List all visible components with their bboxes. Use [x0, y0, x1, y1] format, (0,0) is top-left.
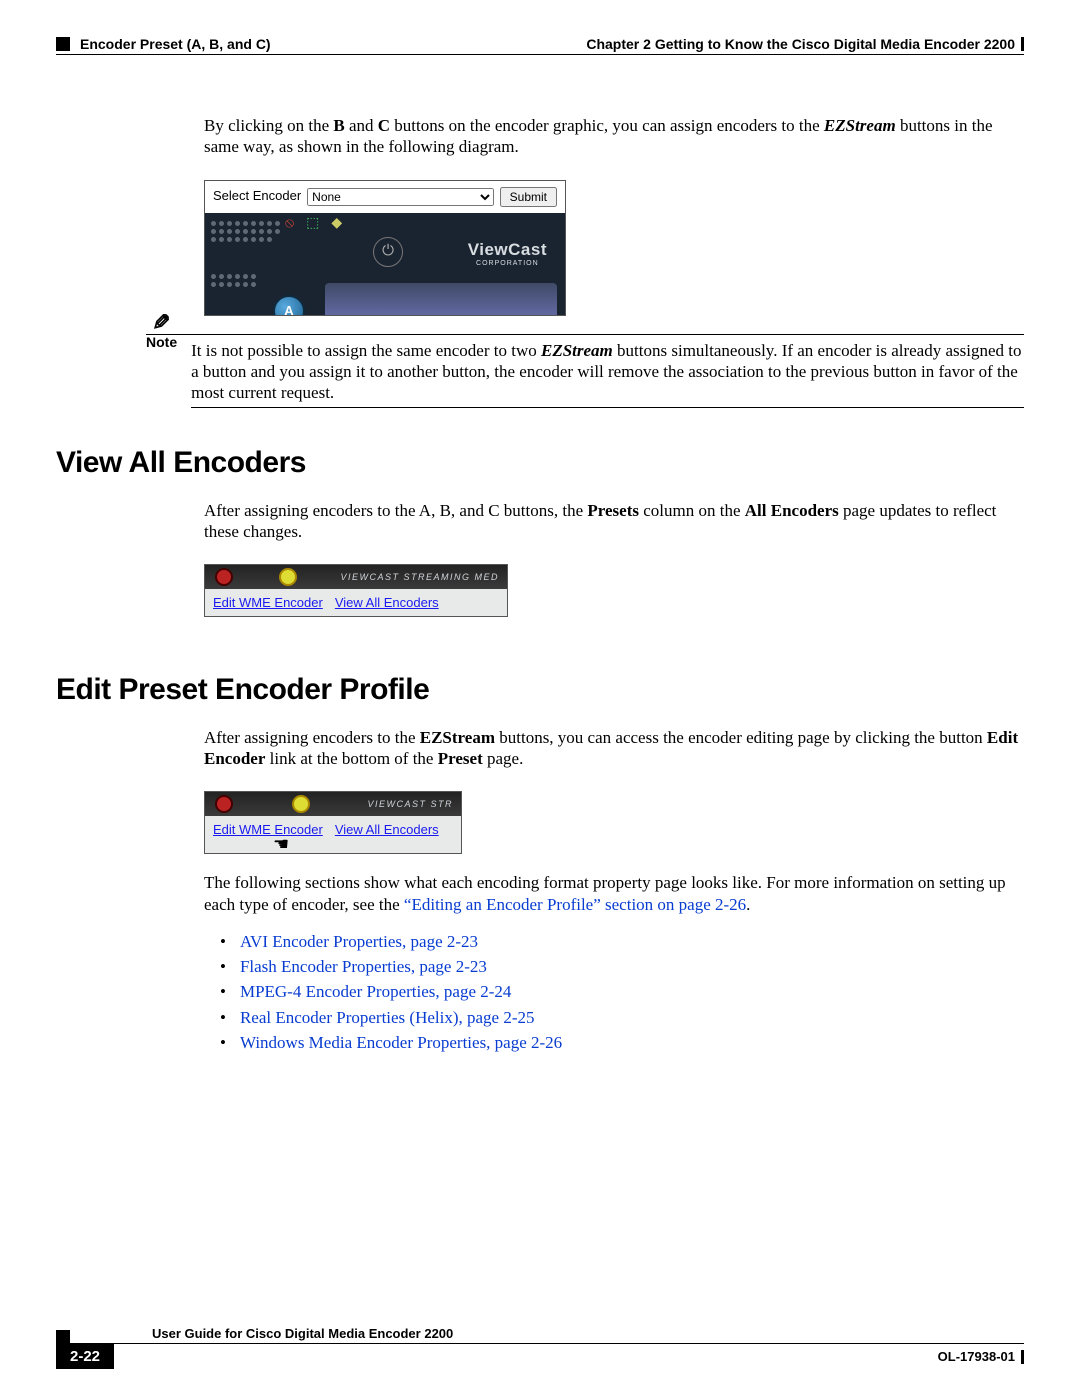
status-green-icon: ⬚	[306, 215, 319, 233]
footer-marker-icon	[56, 1330, 70, 1344]
sec1-paragraph: After assigning encoders to the A, B, an…	[204, 500, 1024, 543]
edit-encoder-screenshot: VIEWCAST STR Edit WME Encoder View All En…	[204, 791, 462, 854]
edit-wme-encoder-link[interactable]: Edit WME Encoder	[213, 822, 323, 837]
doc-number: OL-17938-01	[938, 1349, 1015, 1364]
viewcast-logo: ViewCastCORPORATION	[468, 239, 547, 269]
heading-view-all-encoders: View All Encoders	[56, 444, 1024, 482]
lcd-panel	[325, 283, 557, 315]
submit-button[interactable]: Submit	[500, 187, 557, 207]
power-icon: ⏻	[373, 237, 403, 267]
after-paragraph: The following sections show what each en…	[204, 872, 1024, 915]
header-bar-icon	[1021, 37, 1024, 51]
header-section: Encoder Preset (A, B, and C)	[80, 36, 271, 52]
note-pencil-icon: ✎	[152, 312, 170, 334]
led-red-icon	[215, 795, 233, 813]
view-all-encoders-link[interactable]: View All Encoders	[335, 822, 439, 837]
select-encoder-screenshot: Select Encoder None Submit ⦸ ⬚ ◆ ⏻ ViewCas…	[204, 180, 566, 316]
encoder-properties-list: AVI Encoder Properties, page 2-23 Flash …	[220, 931, 1024, 1053]
led-yellow-icon	[292, 795, 310, 813]
header-chapter: Chapter 2 Getting to Know the Cisco Digi…	[586, 36, 1015, 52]
heading-edit-preset-encoder-profile: Edit Preset Encoder Profile	[56, 671, 1024, 709]
link-mpeg4-encoder[interactable]: MPEG-4 Encoder Properties, page 2-24	[240, 982, 511, 1001]
footer-bar-icon	[1021, 1350, 1024, 1364]
link-wm-encoder[interactable]: Windows Media Encoder Properties, page 2…	[240, 1033, 562, 1052]
status-yellow-icon: ◆	[331, 215, 342, 233]
status-red-icon: ⦸	[285, 215, 294, 233]
encoder-select[interactable]: None	[307, 188, 493, 206]
tab-label: VIEWCAST STR	[367, 799, 453, 809]
preset-a-button[interactable]: A	[273, 295, 305, 315]
view-all-encoders-screenshot: VIEWCAST STREAMING MED Edit WME Encoder V…	[204, 564, 508, 617]
editing-profile-xref-link[interactable]: “Editing an Encoder Profile” section on …	[404, 895, 746, 914]
page-footer: User Guide for Cisco Digital Media Encod…	[56, 1326, 1024, 1369]
vent-dots-icon	[211, 221, 280, 290]
note-block: ✎ Note It is not possible to assign the …	[146, 334, 1024, 409]
led-yellow-icon	[279, 568, 297, 586]
footer-doc-title: User Guide for Cisco Digital Media Encod…	[70, 1326, 1024, 1344]
sec2-paragraph: After assigning encoders to the EZStream…	[204, 727, 1024, 770]
note-label: Note	[146, 334, 177, 352]
intro-paragraph: By clicking on the B and C buttons on th…	[204, 115, 1024, 158]
select-encoder-label: Select Encoder	[213, 188, 301, 204]
link-flash-encoder[interactable]: Flash Encoder Properties, page 2-23	[240, 957, 487, 976]
page-number: 2-22	[56, 1344, 114, 1369]
running-header: Encoder Preset (A, B, and C) Chapter 2 G…	[56, 36, 1024, 52]
tab-label: VIEWCAST STREAMING MED	[340, 572, 499, 582]
link-avi-encoder[interactable]: AVI Encoder Properties, page 2-23	[240, 932, 478, 951]
header-marker-icon	[56, 37, 70, 51]
hand-cursor-icon: ☚	[273, 834, 289, 855]
link-real-encoder[interactable]: Real Encoder Properties (Helix), page 2-…	[240, 1008, 535, 1027]
edit-wme-encoder-link[interactable]: Edit WME Encoder	[213, 595, 323, 610]
view-all-encoders-link[interactable]: View All Encoders	[335, 595, 439, 610]
led-red-icon	[215, 568, 233, 586]
